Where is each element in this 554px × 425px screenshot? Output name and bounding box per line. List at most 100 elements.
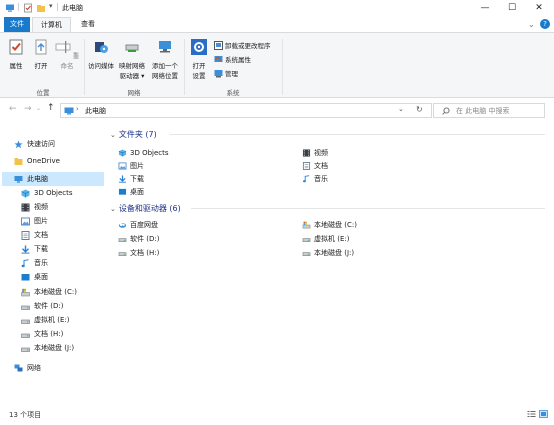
picture-icon bbox=[118, 162, 127, 170]
map-network-drive-button[interactable]: 映射网络 驱动器 ▾ bbox=[117, 39, 147, 80]
nav-item-label: 软件 (D:) bbox=[34, 302, 64, 310]
nav-item[interactable]: 快速访问 bbox=[14, 138, 55, 151]
refresh-icon[interactable]: ↻ bbox=[416, 105, 423, 114]
search-placeholder[interactable]: 在 此电脑 中搜索 bbox=[456, 106, 509, 116]
desktop-icon bbox=[21, 274, 30, 281]
uninstall-programs-button[interactable]: 卸载或更改程序 bbox=[214, 40, 271, 50]
ribbon-expand-icon[interactable]: ⌄ bbox=[528, 20, 535, 29]
folder-item[interactable]: 音乐 bbox=[302, 173, 328, 185]
nav-item[interactable]: OneDrive bbox=[14, 155, 60, 168]
media-icon bbox=[95, 42, 108, 53]
open-label: 打开 bbox=[34, 62, 48, 70]
music-icon bbox=[303, 175, 310, 183]
drive-item[interactable]: 虚拟机 (E:) bbox=[302, 233, 349, 245]
nav-item[interactable]: 桌面 bbox=[21, 271, 48, 284]
maximize-button[interactable]: ☐ bbox=[501, 0, 523, 17]
drive-icon bbox=[21, 333, 30, 338]
drive-item-label: 文档 (H:) bbox=[130, 249, 160, 257]
uninstall-programs-label: 卸载或更改程序 bbox=[225, 42, 271, 50]
search-box[interactable]: 在 此电脑 中搜索 bbox=[433, 103, 545, 118]
nav-item-label: 音乐 bbox=[34, 259, 48, 267]
drive-item[interactable]: 文档 (H:) bbox=[118, 247, 159, 259]
ribbon-separator bbox=[282, 39, 283, 95]
nav-item[interactable]: 音乐 bbox=[21, 257, 48, 270]
nav-item-label: 3D Objects bbox=[34, 189, 73, 197]
access-media-button[interactable]: 访问媒体 bbox=[86, 39, 116, 70]
nav-item[interactable]: 网络 bbox=[14, 362, 41, 375]
nav-item[interactable]: 此电脑 bbox=[14, 173, 48, 186]
new-folder-quick-icon[interactable] bbox=[36, 3, 46, 13]
drive-item[interactable]: 软件 (D:) bbox=[118, 233, 159, 245]
tab-computer[interactable]: 计算机 bbox=[32, 17, 71, 32]
nav-item-label: 视频 bbox=[34, 203, 48, 211]
open-settings-button[interactable]: 打开 设置 bbox=[188, 39, 210, 80]
drive-item[interactable]: 本地磁盘 (J:) bbox=[302, 247, 354, 259]
add-network-location-button[interactable]: 添加一个 网络位置 bbox=[149, 39, 181, 80]
ribbon-separator bbox=[184, 39, 185, 95]
rename-button[interactable]: 重命名 bbox=[54, 39, 80, 70]
nav-item[interactable]: 文档 (H:) bbox=[21, 328, 63, 341]
up-button[interactable]: ↑ bbox=[47, 103, 55, 113]
drive-item[interactable]: 本地磁盘 (C:) bbox=[302, 219, 357, 231]
tab-file[interactable]: 文件 bbox=[4, 17, 30, 32]
nav-item[interactable]: 下载 bbox=[21, 243, 48, 256]
programs-icon bbox=[214, 40, 223, 50]
ribbon-tabs: 文件 计算机 查看 ⌄ ? bbox=[0, 17, 554, 32]
open-settings-label: 打开 bbox=[192, 62, 206, 70]
document-icon bbox=[302, 162, 311, 170]
manage-button[interactable]: 管理 bbox=[214, 68, 238, 78]
address-dropdown-icon[interactable]: ⌄ bbox=[398, 105, 404, 113]
pc-icon bbox=[14, 176, 23, 183]
breadcrumb-this-pc[interactable]: 此电脑 bbox=[85, 106, 106, 116]
download-icon bbox=[118, 175, 127, 183]
nav-item-label: 此电脑 bbox=[27, 175, 48, 183]
music-icon bbox=[21, 259, 29, 268]
folder-item[interactable]: 视频 bbox=[302, 147, 328, 159]
folder-item[interactable]: 3D Objects bbox=[118, 147, 169, 159]
folders-section-header[interactable]: ⌄ 文件夹 (7) bbox=[110, 129, 157, 140]
section-divider bbox=[191, 208, 545, 209]
drive-item[interactable]: 百度网盘 bbox=[118, 219, 158, 231]
nav-item[interactable]: 本地磁盘 (C:) bbox=[21, 286, 77, 299]
access-media-label: 访问媒体 bbox=[88, 62, 114, 70]
drive-icon bbox=[21, 347, 30, 352]
folder-item[interactable]: 下载 bbox=[118, 173, 144, 185]
breadcrumb-chevron-icon[interactable]: › bbox=[76, 105, 79, 113]
folder-item[interactable]: 图片 bbox=[118, 160, 144, 172]
folder-item[interactable]: 桌面 bbox=[118, 186, 144, 198]
nav-item[interactable]: 视频 bbox=[21, 201, 48, 214]
large-icons-view-icon[interactable] bbox=[539, 410, 548, 418]
quick-access-dropdown-icon[interactable]: ▾ bbox=[49, 2, 53, 10]
rename-icon bbox=[55, 41, 71, 53]
nav-item[interactable]: 文档 bbox=[21, 229, 48, 242]
close-button[interactable]: ✕ bbox=[528, 0, 550, 17]
os-drive-icon bbox=[21, 288, 30, 297]
properties-button[interactable]: 属性 bbox=[5, 39, 27, 70]
collapse-chevron-icon[interactable]: ⌄ bbox=[110, 205, 116, 213]
nav-item[interactable]: 图片 bbox=[21, 215, 48, 228]
folder-item[interactable]: 文档 bbox=[302, 160, 328, 172]
tab-view[interactable]: 查看 bbox=[75, 17, 101, 32]
nav-item[interactable]: 3D Objects bbox=[21, 187, 73, 200]
address-bar[interactable]: › 此电脑 ⌄ ↻ bbox=[60, 103, 432, 118]
add-network-location-label: 添加一个 bbox=[152, 62, 178, 70]
drives-section-header[interactable]: ⌄ 设备和驱动器 (6) bbox=[110, 203, 181, 214]
minimize-button[interactable]: — bbox=[474, 0, 496, 17]
picture-icon bbox=[21, 217, 30, 226]
video-icon bbox=[21, 203, 30, 212]
properties-quick-icon[interactable] bbox=[23, 3, 33, 13]
collapse-chevron-icon[interactable]: ⌄ bbox=[110, 131, 116, 139]
system-properties-button[interactable]: 系统属性 bbox=[214, 54, 251, 64]
recent-locations-icon[interactable]: ⌄ bbox=[36, 105, 41, 112]
nav-item[interactable]: 本地磁盘 (J:) bbox=[21, 342, 74, 355]
help-icon[interactable]: ? bbox=[540, 19, 550, 29]
open-button[interactable]: 打开 bbox=[30, 39, 52, 70]
map-network-drive-label: 映射网络 bbox=[119, 62, 145, 70]
group-label-network: 网络 bbox=[127, 89, 141, 97]
forward-button[interactable]: → bbox=[24, 104, 32, 114]
nav-item-label: 快速访问 bbox=[27, 140, 55, 148]
back-button[interactable]: ← bbox=[9, 104, 17, 114]
nav-item[interactable]: 软件 (D:) bbox=[21, 300, 63, 313]
details-view-icon[interactable] bbox=[527, 410, 536, 418]
nav-item[interactable]: 虚拟机 (E:) bbox=[21, 314, 69, 327]
